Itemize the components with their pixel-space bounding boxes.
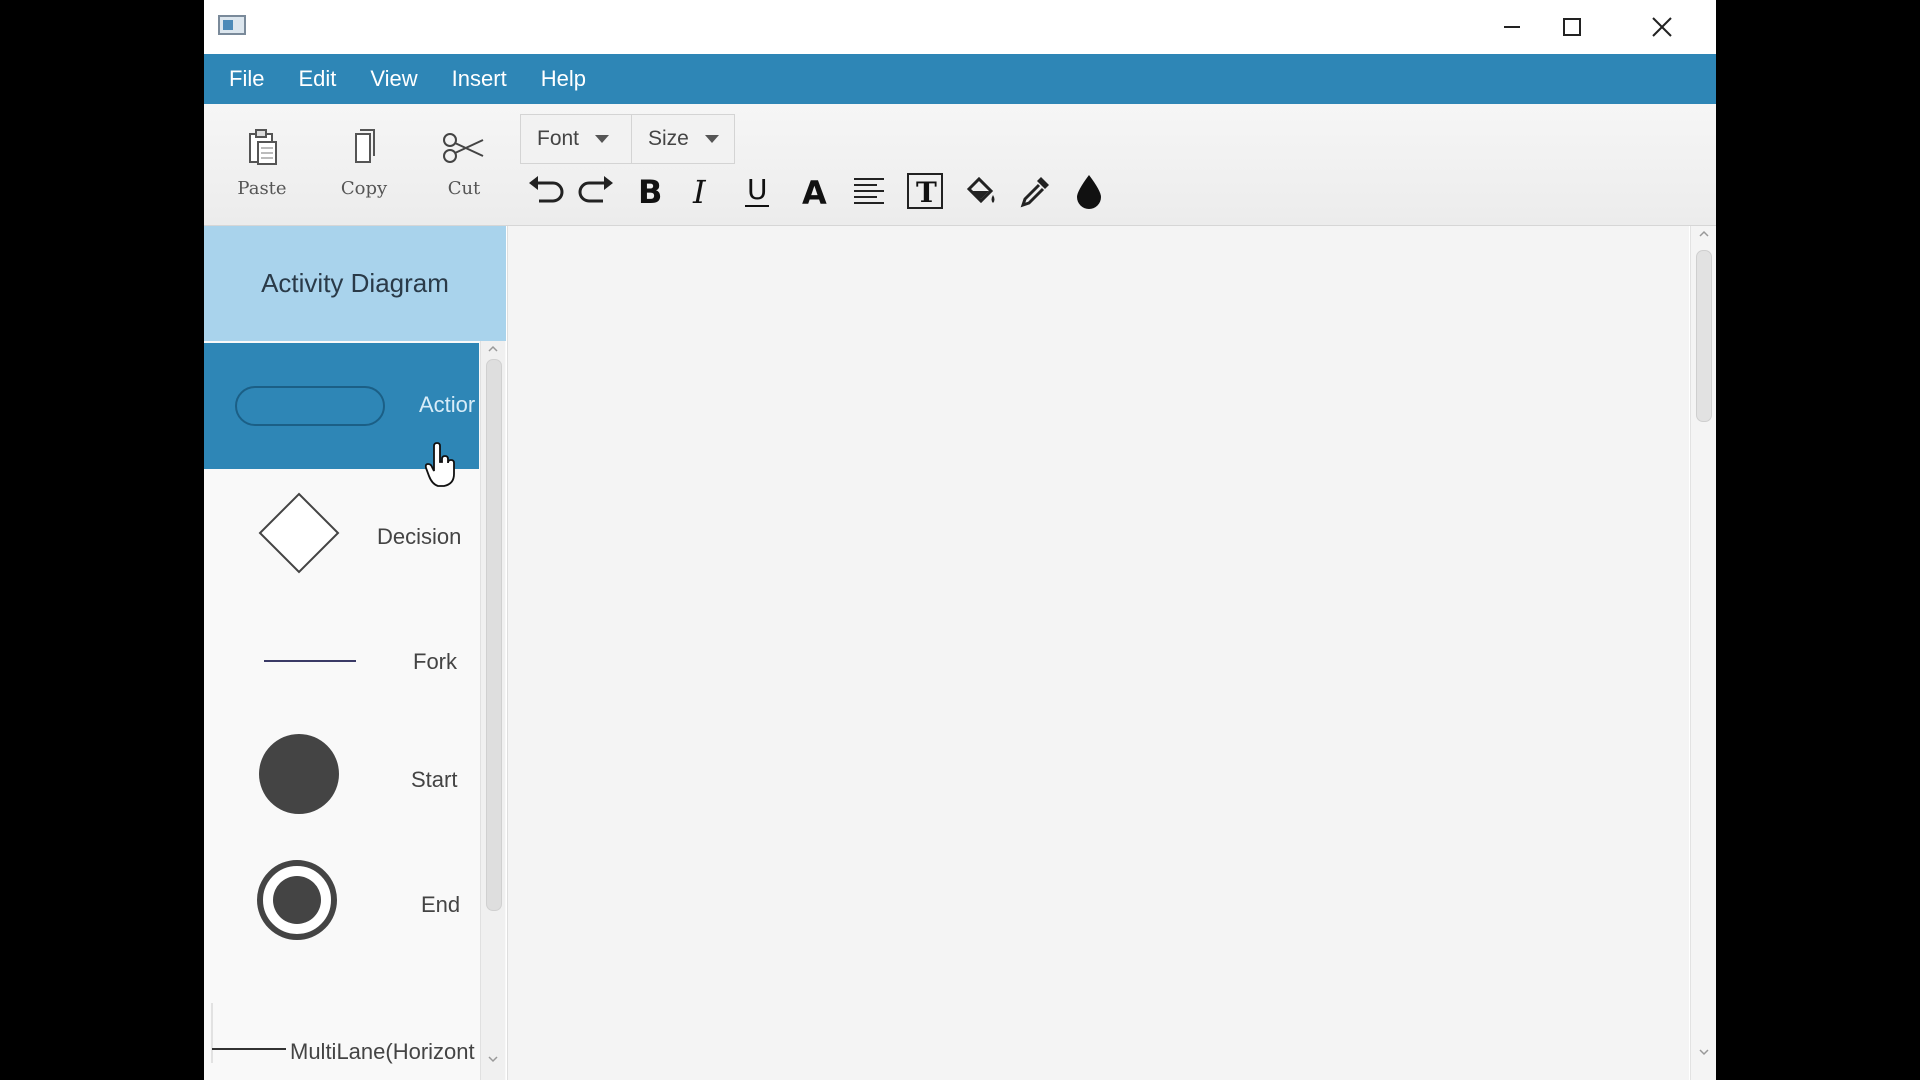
align-icon — [854, 178, 884, 204]
palette-item-start[interactable]: Start — [204, 721, 479, 847]
underline-icon: U — [745, 173, 769, 207]
end-shape-icon — [257, 860, 337, 940]
size-dropdown-label: Size — [648, 127, 689, 150]
fork-shape-icon — [264, 660, 356, 662]
maximize-button[interactable] — [1542, 0, 1602, 54]
lane-shape-icon — [211, 1003, 286, 1063]
close-button[interactable] — [1632, 0, 1692, 54]
palette-item-label: End — [421, 892, 461, 917]
chevron-up-icon[interactable] — [487, 343, 499, 355]
palette-item-label: MultiLane(Horizont — [290, 1039, 475, 1064]
scissors-icon — [443, 133, 484, 163]
font-color-icon: A — [802, 174, 827, 209]
palette-item-label: Fork — [413, 649, 457, 674]
bold-icon: B — [638, 173, 662, 209]
chevron-down-icon[interactable] — [1698, 1046, 1710, 1058]
menu-help[interactable]: Help — [541, 66, 586, 92]
toolbar: Paste Copy Cut Font Size B I U A T — [204, 104, 1716, 226]
cut-button[interactable]: Cut — [424, 128, 504, 208]
underline-button[interactable]: U — [734, 168, 780, 214]
menu-bar: File Edit View Insert Help — [204, 54, 1716, 104]
italic-button[interactable]: I — [678, 168, 724, 214]
menu-view[interactable]: View — [370, 66, 417, 92]
palette-title: Activity Diagram — [261, 268, 449, 298]
undo-icon — [529, 176, 564, 203]
font-dropdown-label: Font — [537, 127, 580, 150]
action-shape-icon — [235, 386, 385, 426]
svg-text:T: T — [916, 176, 937, 209]
ink-drop-button[interactable] — [1066, 168, 1112, 214]
canvas-scrollbar[interactable] — [1690, 226, 1716, 1080]
chevron-down-icon — [704, 135, 719, 143]
bold-button[interactable]: B — [626, 168, 672, 214]
palette-item-label: Actior — [419, 392, 476, 417]
text-box-button[interactable]: T — [902, 168, 948, 214]
paste-label: Paste — [237, 178, 287, 199]
ink-drop-icon — [1077, 175, 1101, 209]
font-color-button[interactable]: A — [792, 168, 838, 214]
copy-button[interactable]: Copy — [324, 128, 404, 208]
palette-scroll-thumb[interactable] — [486, 359, 502, 911]
menu-insert[interactable]: Insert — [452, 66, 507, 92]
palette-item-label: Decision — [377, 524, 462, 549]
palette-item-multilane[interactable]: MultiLane(Horizont — [204, 973, 479, 1080]
decision-shape-icon — [258, 492, 340, 574]
maximize-icon — [1563, 18, 1581, 36]
fill-bucket-icon — [966, 176, 995, 204]
redo-icon — [578, 176, 613, 203]
diagram-canvas[interactable] — [507, 226, 1689, 1080]
menu-edit[interactable]: Edit — [298, 66, 336, 92]
cut-label: Cut — [447, 178, 481, 199]
title-bar — [204, 0, 1716, 54]
svg-text:I: I — [692, 173, 707, 209]
undo-button[interactable] — [522, 168, 568, 214]
chevron-down-icon[interactable] — [487, 1053, 499, 1065]
palette-item-end[interactable]: End — [204, 847, 479, 973]
app-window: File Edit View Insert Help Paste Copy Cu… — [204, 0, 1716, 1080]
svg-text:U: U — [747, 173, 768, 206]
paste-button[interactable]: Paste — [222, 128, 302, 208]
start-shape-icon — [259, 734, 339, 814]
eyedropper-button[interactable] — [1012, 168, 1058, 214]
fill-bucket-button[interactable] — [958, 168, 1004, 214]
palette-item-label: Start — [411, 767, 458, 792]
size-dropdown[interactable]: Size — [631, 114, 735, 164]
svg-text:B: B — [638, 173, 662, 209]
paste-icon — [249, 129, 277, 165]
font-dropdown[interactable]: Font — [520, 114, 632, 164]
close-icon — [1652, 17, 1672, 37]
copy-label: Copy — [340, 178, 388, 199]
redo-button[interactable] — [574, 168, 620, 214]
eyedropper-icon — [1020, 177, 1049, 208]
palette-header: Activity Diagram — [204, 226, 506, 341]
app-icon — [218, 15, 246, 35]
menu-file[interactable]: File — [229, 66, 264, 92]
text-box-icon: T — [907, 173, 943, 209]
svg-text:A: A — [802, 174, 827, 209]
copy-icon — [355, 129, 375, 163]
palette-item-fork[interactable]: Fork — [204, 595, 479, 721]
chevron-up-icon[interactable] — [1698, 228, 1710, 240]
palette-scrollbar[interactable] — [480, 341, 505, 1080]
minimize-icon — [1504, 26, 1520, 28]
italic-icon: I — [692, 173, 707, 209]
chevron-down-icon — [595, 135, 610, 143]
align-button[interactable] — [846, 168, 892, 214]
shape-palette: Actior Decision Fork Start End MultiLane… — [204, 341, 506, 1080]
minimize-button[interactable] — [1482, 0, 1542, 54]
hand-cursor-icon — [424, 442, 455, 487]
canvas-scroll-thumb[interactable] — [1696, 250, 1712, 422]
